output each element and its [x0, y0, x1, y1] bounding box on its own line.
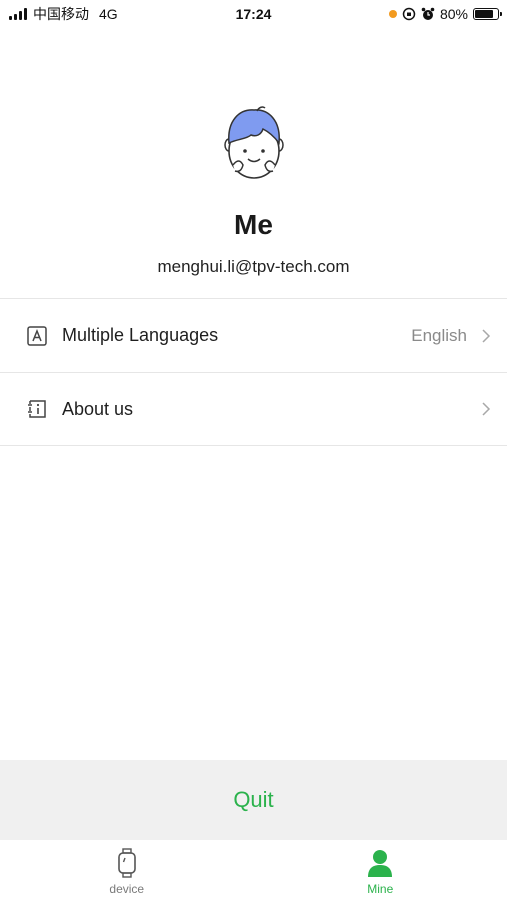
carrier-label: 中国移动	[33, 6, 89, 22]
settings-menu: Multiple Languages English About us	[0, 298, 507, 446]
status-bar: 中国移动 4G 17:24 80%	[0, 0, 507, 28]
quit-button[interactable]: Quit	[0, 760, 507, 840]
tab-device[interactable]: device	[0, 840, 254, 900]
info-icon	[26, 398, 48, 420]
cartoon-avatar-icon[interactable]	[223, 105, 285, 183]
current-language-value: English	[411, 325, 467, 345]
tab-label-mine: Mine	[367, 882, 394, 896]
menu-item-about-us[interactable]: About us	[0, 372, 507, 446]
profile-name: Me	[234, 209, 273, 240]
menu-label-about-us: About us	[62, 398, 134, 419]
recording-dot-icon	[388, 10, 397, 18]
person-icon	[367, 848, 393, 878]
mine-screen: 中国移动 4G 17:24 80% Me menghui.li@tpv-tech…	[0, 0, 507, 900]
quit-label: Quit	[233, 787, 274, 812]
profile-header: Me menghui.li@tpv-tech.com	[0, 105, 507, 277]
network-label: 4G	[99, 6, 118, 22]
rotation-lock-icon	[402, 7, 416, 21]
battery-icon	[473, 8, 502, 20]
watch-icon	[114, 848, 140, 878]
menu-label-languages: Multiple Languages	[62, 325, 219, 345]
signal-icon	[9, 8, 27, 20]
status-left: 中国移动 4G	[9, 4, 118, 24]
tab-label-device: device	[109, 882, 145, 896]
profile-email: menghui.li@tpv-tech.com	[157, 257, 350, 276]
status-time: 17:24	[235, 6, 272, 22]
menu-item-multiple-languages[interactable]: Multiple Languages English	[0, 298, 507, 372]
battery-level	[475, 10, 493, 18]
language-icon	[26, 325, 48, 347]
tab-mine[interactable]: Mine	[254, 840, 507, 900]
chevron-right-icon	[481, 328, 491, 344]
chevron-right-icon	[481, 401, 491, 417]
battery-percent: 80%	[439, 6, 468, 22]
alarm-icon	[421, 7, 435, 20]
status-right: 80%	[388, 6, 502, 22]
bottom-tab-bar: device Mine	[0, 840, 507, 900]
